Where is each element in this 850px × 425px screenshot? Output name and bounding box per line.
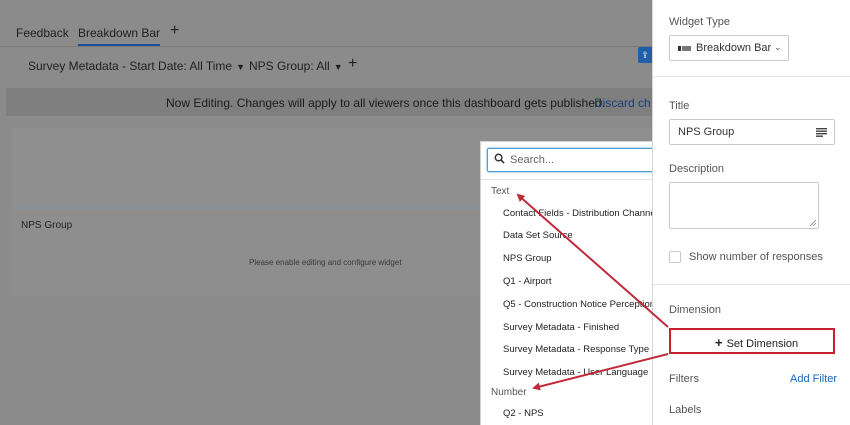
editing-banner: Now Editing. Changes will apply to all v… xyxy=(6,88,652,116)
list-item[interactable]: Q5 - Construction Notice Perception xyxy=(503,299,655,310)
widget-type-value: Breakdown Bar xyxy=(696,42,772,54)
panel-divider xyxy=(653,76,850,77)
widget-type-label: Widget Type xyxy=(669,16,730,28)
description-textarea[interactable] xyxy=(669,182,819,229)
group-label-number: Number xyxy=(491,387,527,398)
filters-label: Filters xyxy=(669,373,699,385)
labels-label: Labels xyxy=(669,404,702,416)
list-item[interactable]: Data Set Source xyxy=(503,230,573,241)
tab-bar: Feedback Breakdown Bar + ⇪ xyxy=(0,20,652,63)
chevron-down-icon: ▼ xyxy=(236,62,246,72)
list-item[interactable]: Survey Metadata - Response Type xyxy=(503,344,649,355)
add-tab-icon[interactable]: + xyxy=(170,22,179,40)
add-filter-icon[interactable]: + xyxy=(348,55,357,73)
widget-title: NPS Group xyxy=(21,220,73,231)
widget-settings-panel: Widget Type Breakdown Bar ⌄ Title NPS Gr… xyxy=(652,0,850,425)
discard-changes-link[interactable]: Discard ch xyxy=(594,96,651,110)
dimension-label: Dimension xyxy=(669,304,721,316)
widget-type-select[interactable]: Breakdown Bar ⌄ xyxy=(669,35,789,61)
dimension-dropdown: Text Contact Fields - Distribution Chann… xyxy=(480,141,670,425)
filter-start-date[interactable]: Survey Metadata - Start Date: All Time ▼ xyxy=(28,59,245,73)
tabs-divider xyxy=(0,46,652,47)
dropdown-divider xyxy=(481,179,669,180)
panel-divider xyxy=(653,284,850,285)
group-label-text: Text xyxy=(491,186,510,197)
description-label: Description xyxy=(669,163,725,175)
search-input[interactable] xyxy=(510,152,658,168)
list-item[interactable]: Q2 - NPS xyxy=(503,408,544,419)
list-item[interactable]: Contact Fields - Distribution Channel xyxy=(503,208,658,219)
tab-breakdown-bar[interactable]: Breakdown Bar xyxy=(78,26,161,46)
list-item[interactable]: Survey Metadata - Finished xyxy=(503,322,619,333)
filter-start-date-label: Survey Metadata - Start Date: All Time xyxy=(28,59,233,73)
title-field[interactable]: NPS Group xyxy=(669,119,835,145)
search-box[interactable] xyxy=(487,148,664,172)
bar-chart-icon xyxy=(678,46,691,51)
filter-nps-group-label: NPS Group: All xyxy=(249,59,330,73)
show-responses-label: Show number of responses xyxy=(689,251,823,263)
search-icon xyxy=(494,153,505,164)
show-responses-checkbox[interactable] xyxy=(669,251,681,263)
chevron-down-icon: ▼ xyxy=(333,62,343,72)
text-lines-icon[interactable] xyxy=(816,128,827,137)
add-filter-link[interactable]: Add Filter xyxy=(790,373,837,385)
banner-text: Now Editing. Changes will apply to all v… xyxy=(166,96,605,110)
chevron-down-icon: ⌄ xyxy=(774,42,782,52)
plus-icon: + xyxy=(715,335,723,350)
set-dimension-content: + Set Dimension xyxy=(715,335,798,350)
title-value: NPS Group xyxy=(678,126,735,138)
list-item[interactable]: NPS Group xyxy=(503,253,552,264)
tab-feedback[interactable]: Feedback xyxy=(16,26,69,40)
list-item[interactable]: Q1 - Airport xyxy=(503,276,552,287)
set-dimension-button[interactable]: + Set Dimension xyxy=(669,328,835,354)
set-dimension-label: Set Dimension xyxy=(726,338,799,350)
filter-nps-group[interactable]: NPS Group: All ▼ xyxy=(249,59,343,73)
widget-message: Please enable editing and configure widg… xyxy=(249,258,402,267)
list-item[interactable]: Survey Metadata - User Language xyxy=(503,367,648,378)
filter-bar: Survey Metadata - Start Date: All Time ▼ … xyxy=(0,54,652,78)
resize-handle-icon[interactable] xyxy=(810,220,816,226)
title-label: Title xyxy=(669,100,690,112)
